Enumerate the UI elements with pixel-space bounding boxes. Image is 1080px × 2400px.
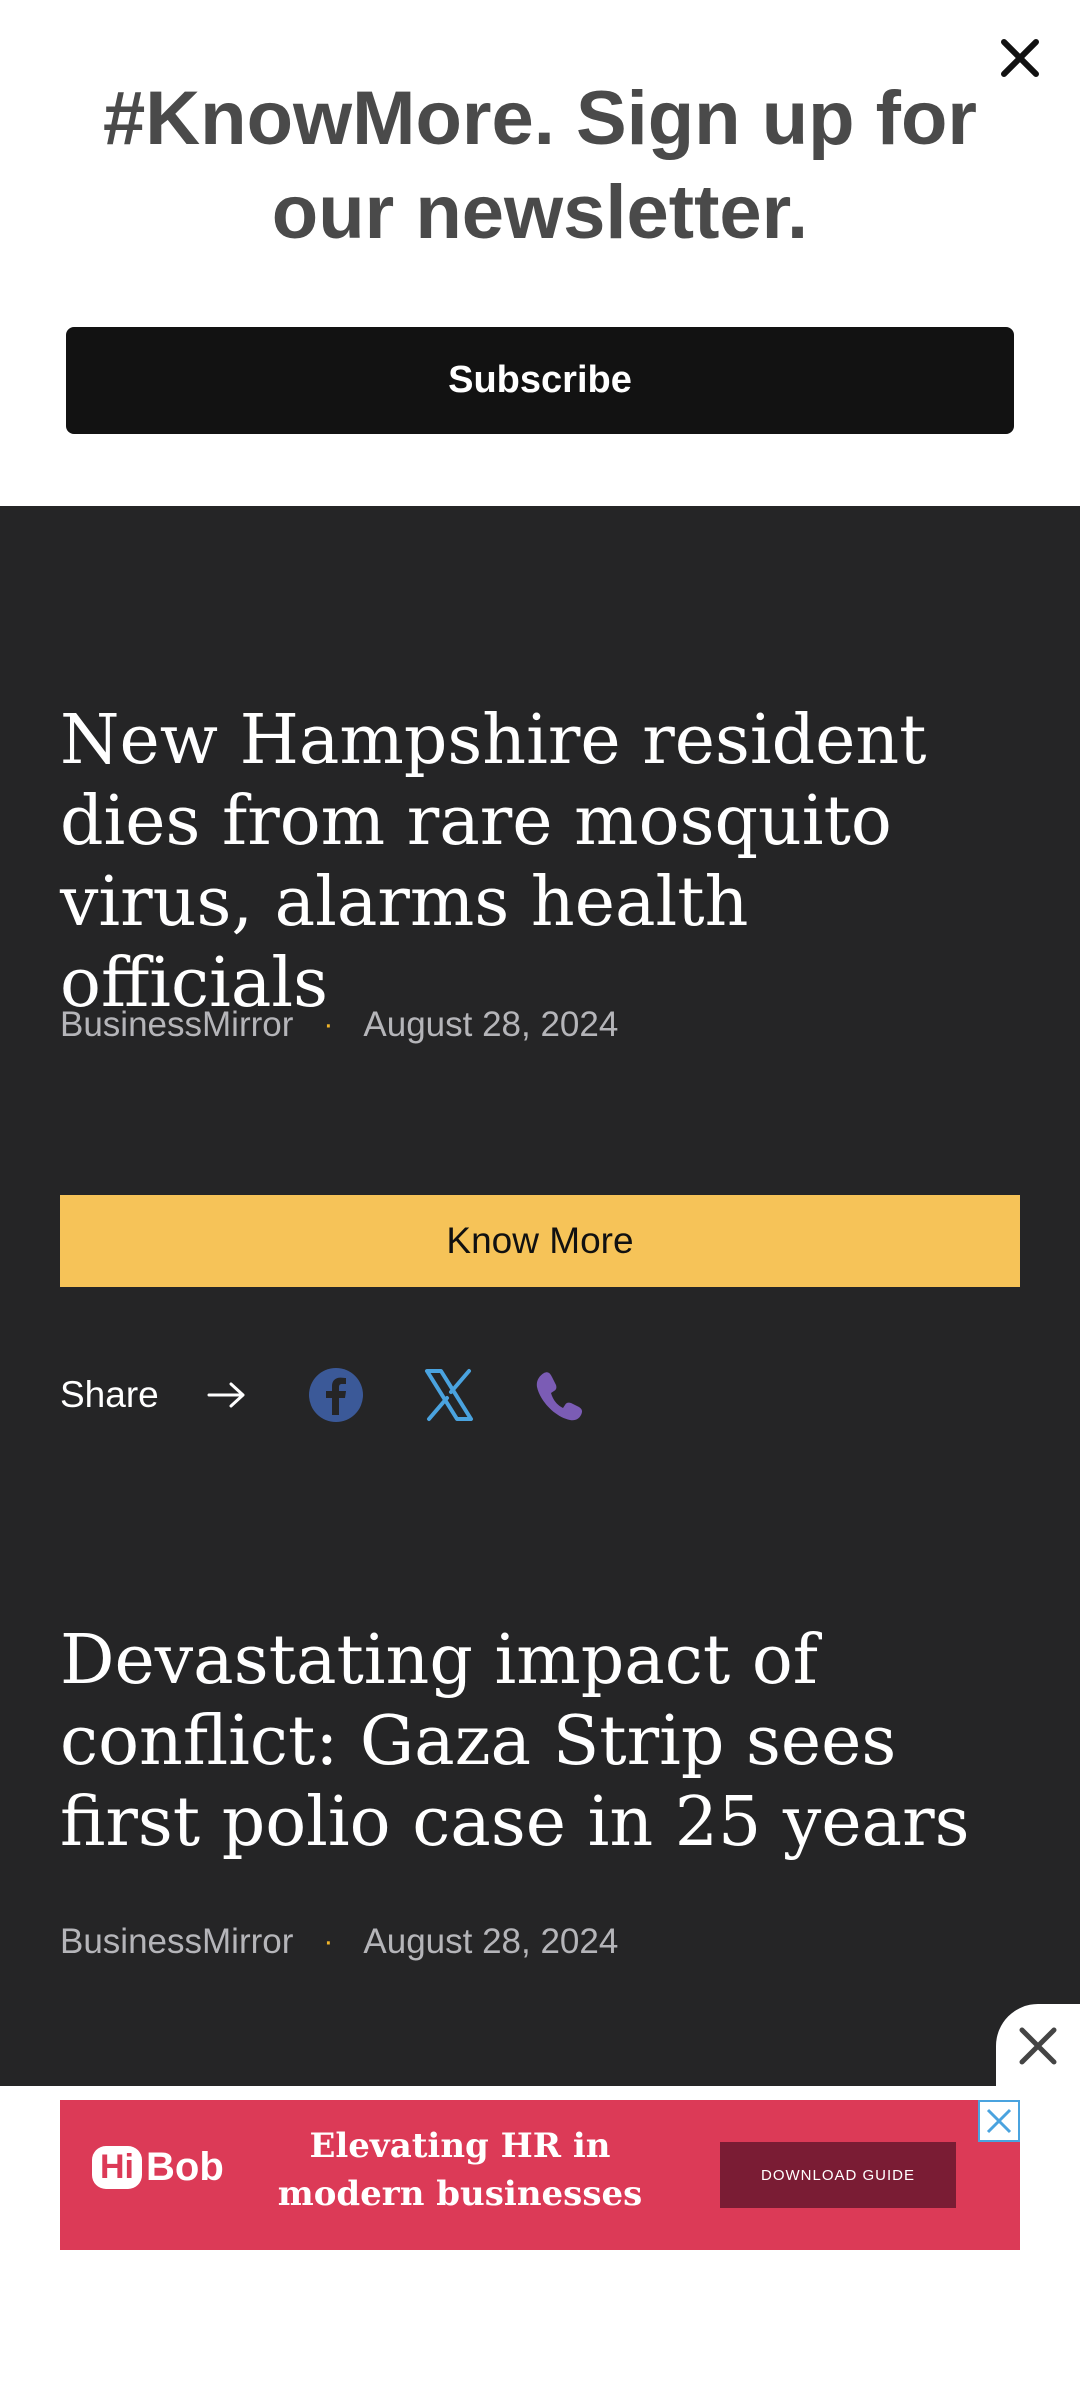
article-meta: BusinessMirror · August 28, 2024 bbox=[60, 1005, 618, 1045]
article-source[interactable]: BusinessMirror bbox=[60, 1005, 293, 1045]
ad-close-tab[interactable] bbox=[996, 2004, 1080, 2086]
ad-text: Elevating HR in modern businesses bbox=[277, 2126, 643, 2214]
share-row: Share bbox=[60, 1365, 247, 1425]
x-twitter-icon[interactable] bbox=[419, 1365, 479, 1425]
facebook-icon[interactable] bbox=[306, 1365, 366, 1425]
article-source[interactable]: BusinessMirror bbox=[60, 1922, 293, 1962]
newsletter-banner: #KnowMore. Sign up for our newsletter. S… bbox=[0, 0, 1080, 506]
article-date: August 28, 2024 bbox=[363, 1005, 619, 1044]
meta-separator: · bbox=[323, 1925, 334, 1958]
ad-banner[interactable]: Hi Bob Elevating HR in modern businesses… bbox=[60, 2100, 1020, 2250]
ad-logo-prefix: Hi bbox=[92, 2146, 142, 2189]
article-meta: BusinessMirror · August 28, 2024 bbox=[60, 1922, 618, 1962]
article-date: August 28, 2024 bbox=[363, 1922, 619, 1961]
phone-icon[interactable] bbox=[530, 1365, 590, 1425]
close-icon[interactable] bbox=[996, 2004, 1080, 2086]
article-headline[interactable]: Devastating impact of conflict: Gaza Str… bbox=[60, 1620, 1020, 1863]
know-more-button[interactable]: Know More bbox=[60, 1195, 1020, 1287]
ad-x-icon[interactable] bbox=[978, 2100, 1020, 2142]
newsletter-title: #KnowMore. Sign up for our newsletter. bbox=[103, 76, 977, 255]
article-headline[interactable]: New Hampshire resident dies from rare mo… bbox=[60, 700, 1020, 1024]
ad-logo: Hi Bob bbox=[92, 2145, 224, 2190]
meta-separator: · bbox=[323, 1008, 334, 1041]
share-label: Share bbox=[60, 1374, 159, 1415]
arrow-right-icon bbox=[207, 1382, 245, 1408]
ad-logo-brand: Bob bbox=[146, 2145, 224, 2189]
ad-cta-button[interactable]: DOWNLOAD GUIDE bbox=[720, 2142, 956, 2208]
subscribe-button[interactable]: Subscribe bbox=[66, 327, 1014, 434]
